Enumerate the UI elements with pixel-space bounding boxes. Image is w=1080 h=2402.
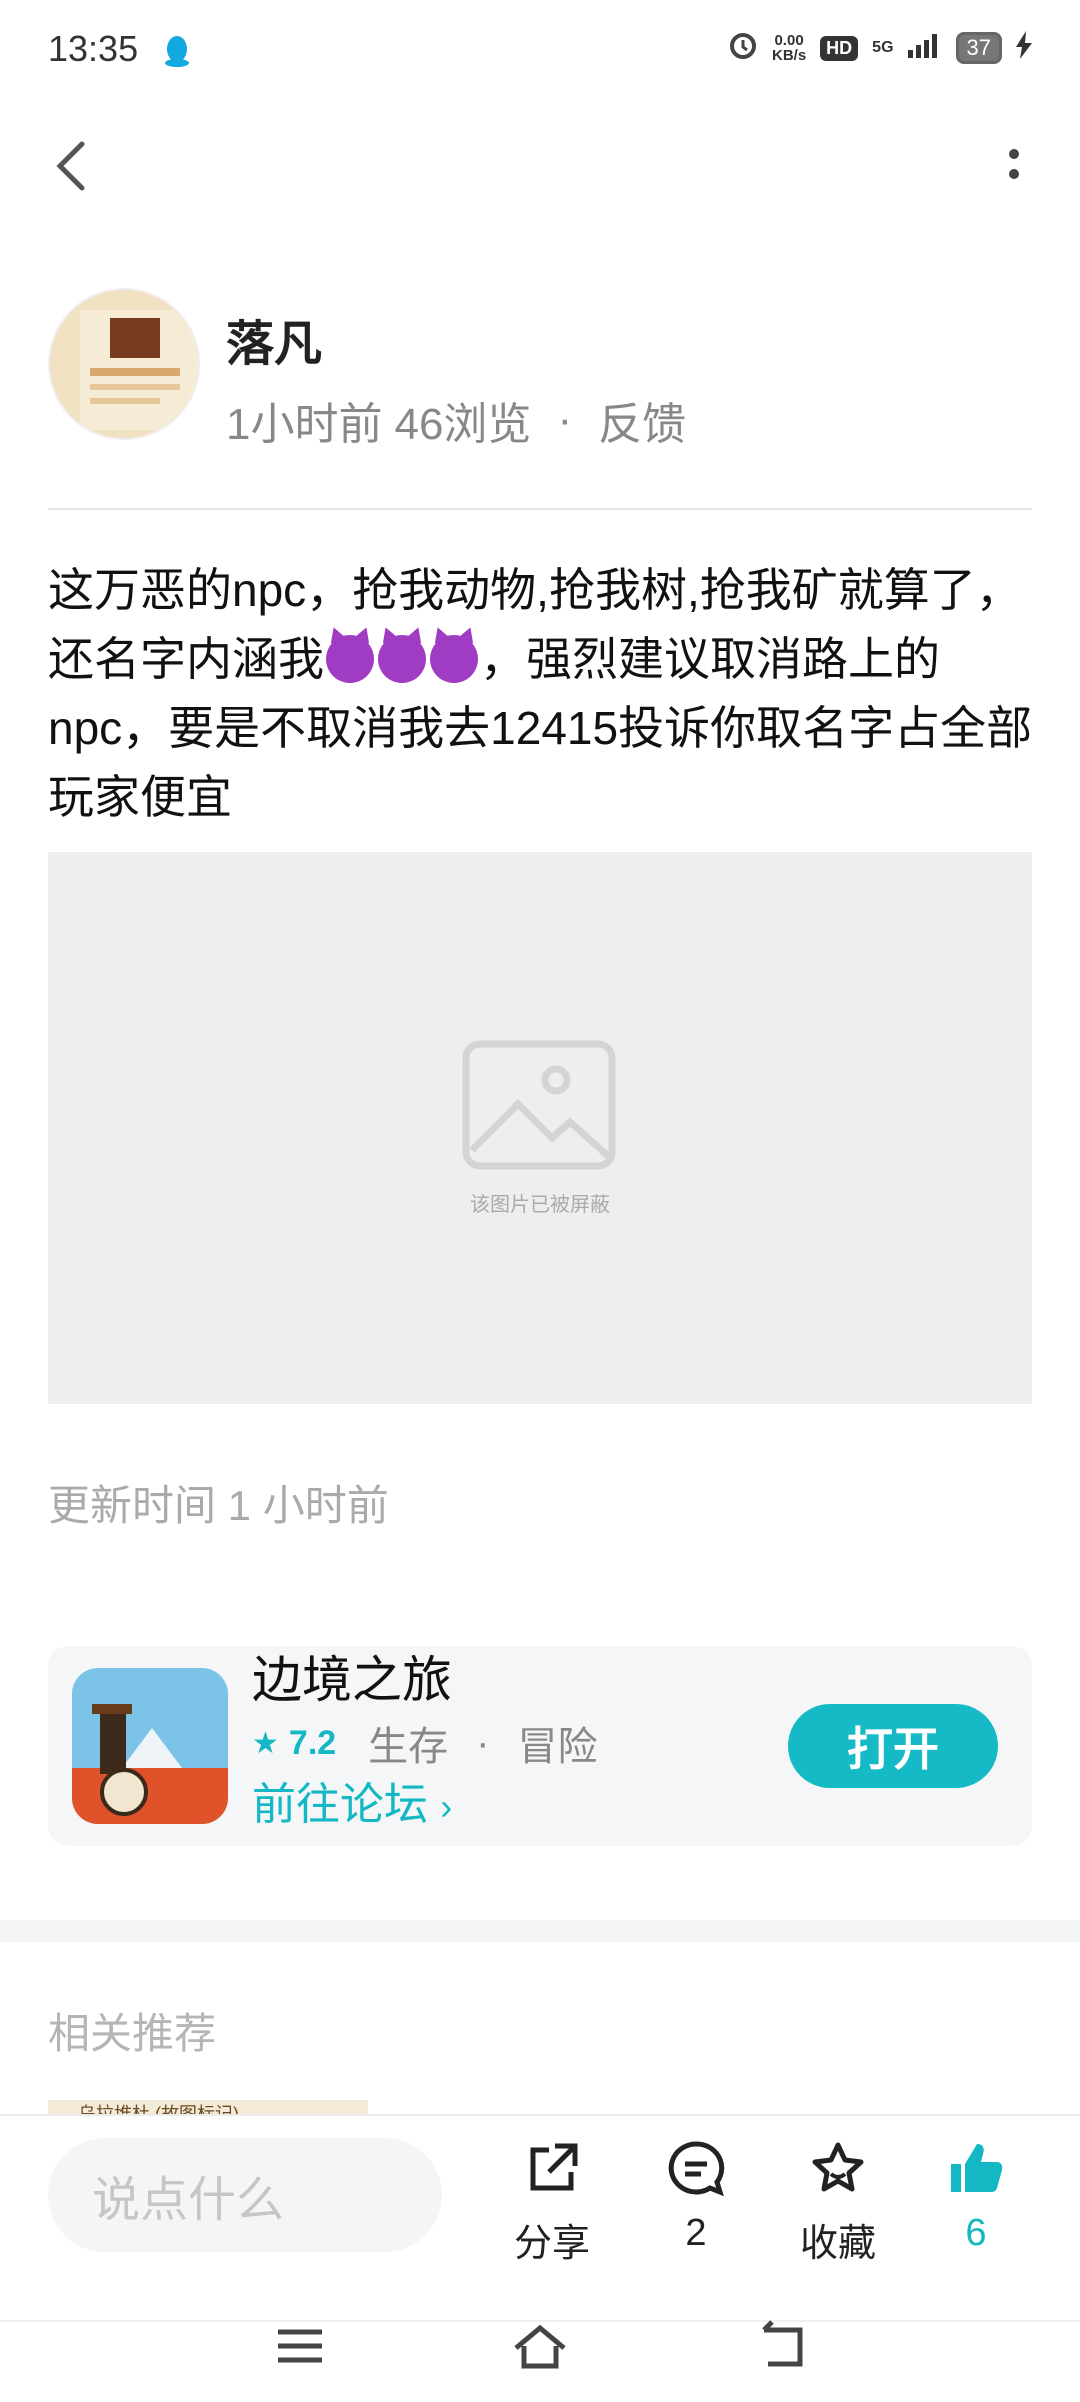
back-button[interactable] [44,136,104,196]
recommend-title: 相关推荐 [48,2010,217,2057]
genre-separator: · [476,1720,490,1765]
qq-notification-icon [162,34,192,68]
view-count: 46浏览 [394,400,532,449]
alarm-icon [728,30,758,66]
forum-link-label: 前往论坛 [252,1780,428,1829]
open-game-button[interactable]: 打开 [788,1704,998,1788]
game-genre-1: 生存 [368,1725,449,1769]
star-icon: ★ [252,1726,279,1760]
more-vertical-icon [1009,149,1019,179]
favorite-button[interactable]: 收藏 [768,2140,908,2267]
charging-icon [1016,31,1032,65]
comment-count: 2 [685,2212,707,2254]
game-name[interactable]: 边境之旅 [252,1640,452,1712]
hd-badge: HD [820,35,859,61]
chevron-right-icon: › [440,1786,453,1827]
author-name[interactable]: 落凡 [226,304,322,374]
comment-input[interactable]: 说点什么 [48,2138,442,2252]
smiling-face-with-horns-icon [430,635,478,683]
battery-level: 37 [955,32,1002,64]
back-nav-icon[interactable] [752,2316,812,2376]
section-separator [0,1920,1080,1942]
game-icon[interactable] [72,1668,228,1824]
favorite-label: 收藏 [799,2223,876,2265]
status-indicators: 0.00 KB/s HD 5G 37 [728,30,1032,66]
comment-button[interactable]: 2 [626,2140,766,2255]
blocked-image-text: 该图片已被屏蔽 [470,1194,610,1216]
thumbs-up-icon [951,2144,1003,2192]
signal-label: 5G [872,39,894,56]
more-options-button[interactable] [994,136,1034,196]
share-icon [530,2143,578,2191]
meta-separator: · [557,395,573,444]
post-meta: 1小时前 46浏览 · 反馈 [226,388,686,452]
image-placeholder-icon [462,1040,616,1170]
star-outline-icon [812,2142,864,2192]
post-content: 这万恶的npc，抢我动物,抢我树,抢我矿就算了，还名字内涵我 ，强烈建议取消路上的… [48,556,1038,832]
game-genre-2: 冒险 [517,1725,598,1769]
game-rating-row: ★ 7.2 生存 · 冒险 [252,1714,598,1772]
share-label: 分享 [513,2223,590,2265]
divider [48,508,1032,510]
update-time: 更新时间 1 小时前 [48,1482,389,1529]
smiling-face-with-horns-icon [326,635,374,683]
smiling-face-with-horns-icon [378,635,426,683]
status-time: 13:35 [48,28,139,69]
menu-icon[interactable] [270,2316,330,2376]
avatar[interactable] [48,288,200,440]
net-speed: 0.00 KB/s [771,32,807,64]
signal-bars-icon [907,32,942,64]
feedback-link[interactable]: 反馈 [598,388,686,452]
forum-link[interactable]: 前往论坛 › [252,1768,452,1832]
post-time: 1小时前 [226,400,383,449]
game-rating: 7.2 [288,1723,337,1762]
like-button[interactable]: 6 [906,2140,1046,2255]
home-icon[interactable] [510,2316,570,2376]
share-button[interactable]: 分享 [482,2140,622,2267]
chevron-left-icon [56,141,85,191]
like-count: 6 [965,2212,987,2254]
comment-icon [668,2141,725,2197]
